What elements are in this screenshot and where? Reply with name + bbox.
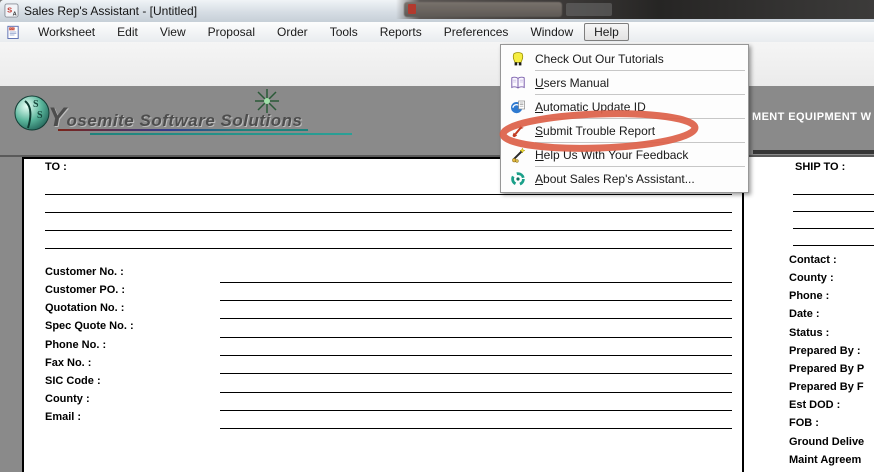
field-input-line[interactable] <box>220 373 732 374</box>
starburst-icon <box>252 88 282 119</box>
menu-item-label: Check Out Our Tutorials <box>535 52 664 66</box>
menubar-item-help[interactable]: Help <box>584 23 629 41</box>
app-icon[interactable]: SA <box>4 3 19 23</box>
field-label-phone-no: Phone No. : <box>45 339 106 352</box>
logo-underline-streak <box>90 133 352 135</box>
address-line[interactable] <box>793 211 874 212</box>
field-label-sic-code: SIC Code : <box>45 375 101 388</box>
field-label-maint-agreement: Maint Agreem <box>789 454 861 467</box>
title-bar: SA Sales Rep's Assistant - [Untitled] <box>0 0 874 22</box>
field-input-line[interactable] <box>220 410 732 411</box>
background-window[interactable] <box>396 0 874 19</box>
field-input-line[interactable] <box>220 392 732 393</box>
menu-item-label: Help Us With Your Feedback <box>535 148 688 162</box>
window-title: Sales Rep's Assistant - [Untitled] <box>24 4 197 18</box>
menu-item-label: Automatic Update ID <box>535 100 646 114</box>
field-label-date: Date : <box>789 308 820 321</box>
field-label-customer-po: Customer PO. : <box>45 284 125 297</box>
menubar-item-preferences[interactable]: Preferences <box>433 23 520 41</box>
book-icon <box>501 75 535 91</box>
field-label-prepared-by-f: Prepared By F <box>789 381 864 394</box>
wrench-icon <box>501 123 535 139</box>
menubar-item-worksheet[interactable]: Worksheet <box>27 23 106 41</box>
customer-form-panel <box>22 157 744 472</box>
page-left-margin <box>0 157 22 472</box>
address-line[interactable] <box>793 245 874 246</box>
field-input-line[interactable] <box>220 337 732 338</box>
field-label-customer-no: Customer No. : <box>45 266 124 279</box>
address-line[interactable] <box>793 228 874 229</box>
field-label-fob: FOB : <box>789 417 819 430</box>
wand-icon <box>501 147 535 163</box>
document-icon[interactable]: DOC <box>6 25 21 40</box>
field-label-county: County : <box>45 393 90 406</box>
field-label-fax-no: Fax No. : <box>45 357 91 370</box>
field-input-line[interactable] <box>220 282 732 283</box>
svg-text:A: A <box>13 12 17 18</box>
address-line[interactable] <box>45 194 732 195</box>
address-line[interactable] <box>45 230 732 231</box>
menubar-item-view[interactable]: View <box>149 23 197 41</box>
field-input-line[interactable] <box>220 355 732 356</box>
field-input-line[interactable] <box>220 318 732 319</box>
field-input-line[interactable] <box>220 300 732 301</box>
background-window-tab[interactable] <box>404 2 562 17</box>
menubar-item-tools[interactable]: Tools <box>319 23 369 41</box>
menubar-item-proposal[interactable]: Proposal <box>197 23 266 41</box>
menu-item-label: Users Manual <box>535 76 609 90</box>
to-label: TO : <box>45 161 67 174</box>
app-window: SA Sales Rep's Assistant - [Untitled] DO… <box>0 0 874 472</box>
field-label-status: Status : <box>789 327 829 340</box>
menu-item-label: Submit Trouble Report <box>535 124 655 138</box>
menu-bar: DOC Worksheet Edit View Proposal Order T… <box>0 22 874 43</box>
help-dropdown-menu: Check Out Our Tutorials Users Manual Aut… <box>500 44 749 193</box>
address-line[interactable] <box>793 194 874 195</box>
shipto-panel-top-border <box>753 150 874 154</box>
address-line[interactable] <box>45 212 732 213</box>
field-label-email: Email : <box>45 411 81 424</box>
field-label-prepared-by: Prepared By : <box>789 345 861 358</box>
about-icon <box>501 171 535 187</box>
background-window-icon <box>408 4 416 14</box>
field-label-county2: County : <box>789 272 834 285</box>
field-label-ground-delivery: Ground Delive <box>789 436 864 449</box>
menubar-item-reports[interactable]: Reports <box>369 23 433 41</box>
field-label-prepared-by-p: Prepared By P <box>789 363 864 376</box>
field-label-phone2: Phone : <box>789 290 829 303</box>
field-label-quotation-no: Quotation No. : <box>45 302 124 315</box>
svg-text:S: S <box>37 110 43 121</box>
menu-item-feedback[interactable]: Help Us With Your Feedback <box>501 143 748 166</box>
svg-text:S: S <box>7 5 12 14</box>
menu-item-users-manual[interactable]: Users Manual <box>501 71 748 94</box>
field-label-est-dod: Est DOD : <box>789 399 840 412</box>
menu-item-label: About Sales Rep's Assistant... <box>535 172 695 186</box>
menubar-item-order[interactable]: Order <box>266 23 319 41</box>
background-window-control <box>566 3 612 16</box>
address-line[interactable] <box>45 248 732 249</box>
lightbulb-icon <box>501 51 535 67</box>
svg-text:DOC: DOC <box>9 26 15 30</box>
menu-item-automatic-update-id[interactable]: Automatic Update ID <box>501 95 748 118</box>
menubar-item-window[interactable]: Window <box>519 23 584 41</box>
field-label-contact: Contact : <box>789 254 837 267</box>
globe-page-icon <box>501 99 535 115</box>
menu-item-about[interactable]: About Sales Rep's Assistant... <box>501 167 748 190</box>
menu-item-submit-trouble-report[interactable]: Submit Trouble Report <box>501 119 748 142</box>
menubar-item-edit[interactable]: Edit <box>106 23 149 41</box>
field-label-spec-quote-no: Spec Quote No. : <box>45 320 134 333</box>
logo-underline-streak <box>58 129 308 131</box>
menu-item-tutorials[interactable]: Check Out Our Tutorials <box>501 47 748 70</box>
field-input-line[interactable] <box>220 428 732 429</box>
ship-to-label: SHIP TO : <box>795 161 845 174</box>
worksheet-tabs-text[interactable]: MENT EQUIPMENT W <box>752 111 871 123</box>
svg-text:S: S <box>33 99 39 110</box>
